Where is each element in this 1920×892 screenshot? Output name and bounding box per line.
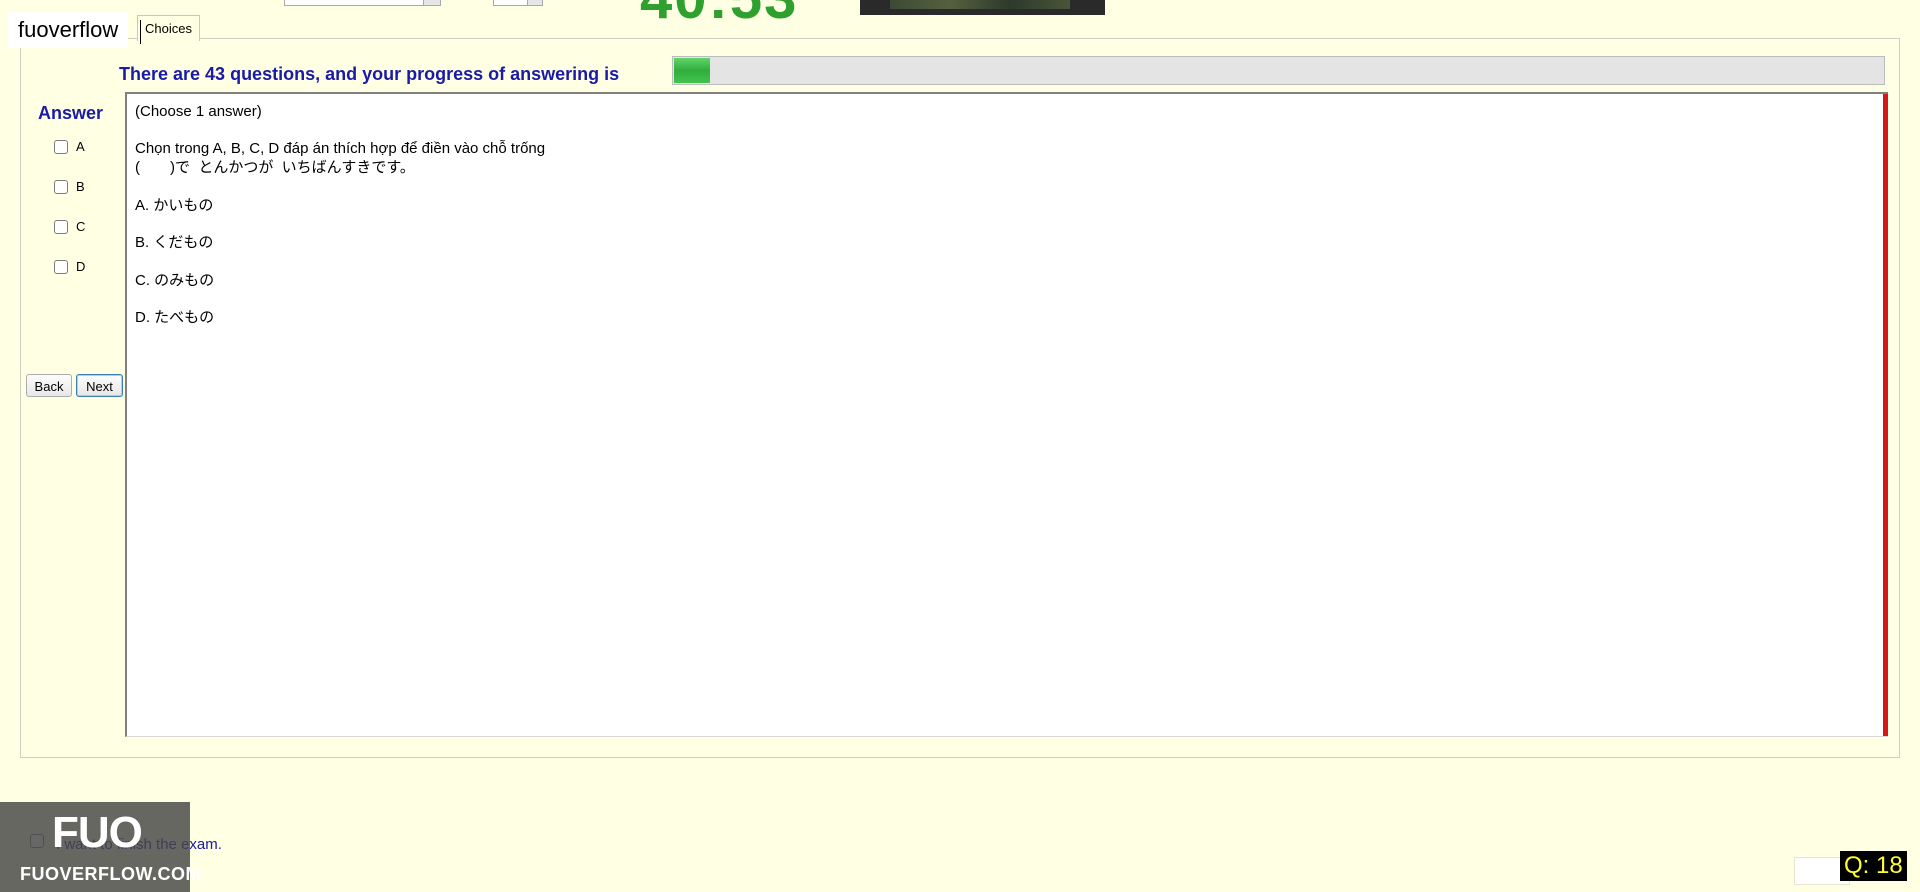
- answer-option-label: A: [76, 139, 85, 154]
- back-button[interactable]: Back: [26, 374, 72, 397]
- countdown-timer: 40:53: [640, 0, 798, 28]
- question-scroll-edge: [1883, 94, 1888, 736]
- question-box: [125, 92, 1888, 737]
- next-button[interactable]: Next: [76, 374, 123, 397]
- progress-bar: [672, 56, 1885, 85]
- answer-option-d[interactable]: D: [54, 259, 85, 274]
- question-prompt: Chọn trong A, B, C, D đáp án thích hợp đ…: [135, 140, 546, 157]
- top-combo-box[interactable]: [284, 0, 441, 6]
- answer-option-label: D: [76, 259, 86, 274]
- watermark-logo-url: FUOVERFLOW.COM: [20, 864, 201, 884]
- question-instruction: (Choose 1 answer): [135, 103, 262, 120]
- watermark-label: fuoverflow: [8, 12, 129, 48]
- spin-button[interactable]: [527, 0, 542, 5]
- checkbox-b[interactable]: [54, 179, 68, 194]
- text-caret: [140, 20, 141, 44]
- top-image-strip: [860, 0, 1105, 15]
- answer-option-label: C: [76, 219, 86, 234]
- answer-option-a[interactable]: A: [54, 139, 85, 154]
- checkbox-c[interactable]: [54, 219, 68, 234]
- choice-c: C. のみもの: [135, 272, 215, 289]
- progress-text: There are 43 questions, and your progres…: [119, 64, 620, 84]
- tab-choices[interactable]: Choices: [137, 15, 200, 41]
- question-counter: Q: 18: [1840, 851, 1907, 881]
- answer-label: Answer: [38, 103, 104, 123]
- answer-option-c[interactable]: C: [54, 219, 85, 234]
- choice-a: A. かいもの: [135, 197, 214, 214]
- progress-bar-fill: [674, 58, 711, 83]
- top-spin-box[interactable]: [493, 0, 543, 6]
- answer-option-b[interactable]: B: [54, 179, 85, 194]
- question-sentence: ( )で とんかつが いちばんすきです。: [135, 159, 415, 176]
- checkbox-d[interactable]: [54, 259, 68, 274]
- combo-dropdown-button[interactable]: [423, 0, 440, 5]
- answer-option-label: B: [76, 179, 85, 194]
- watermark-logo-text: FUO: [52, 808, 143, 857]
- choice-b: B. くだもの: [135, 234, 214, 251]
- checkbox-a[interactable]: [54, 139, 68, 154]
- choice-d: D. たべもの: [135, 309, 215, 326]
